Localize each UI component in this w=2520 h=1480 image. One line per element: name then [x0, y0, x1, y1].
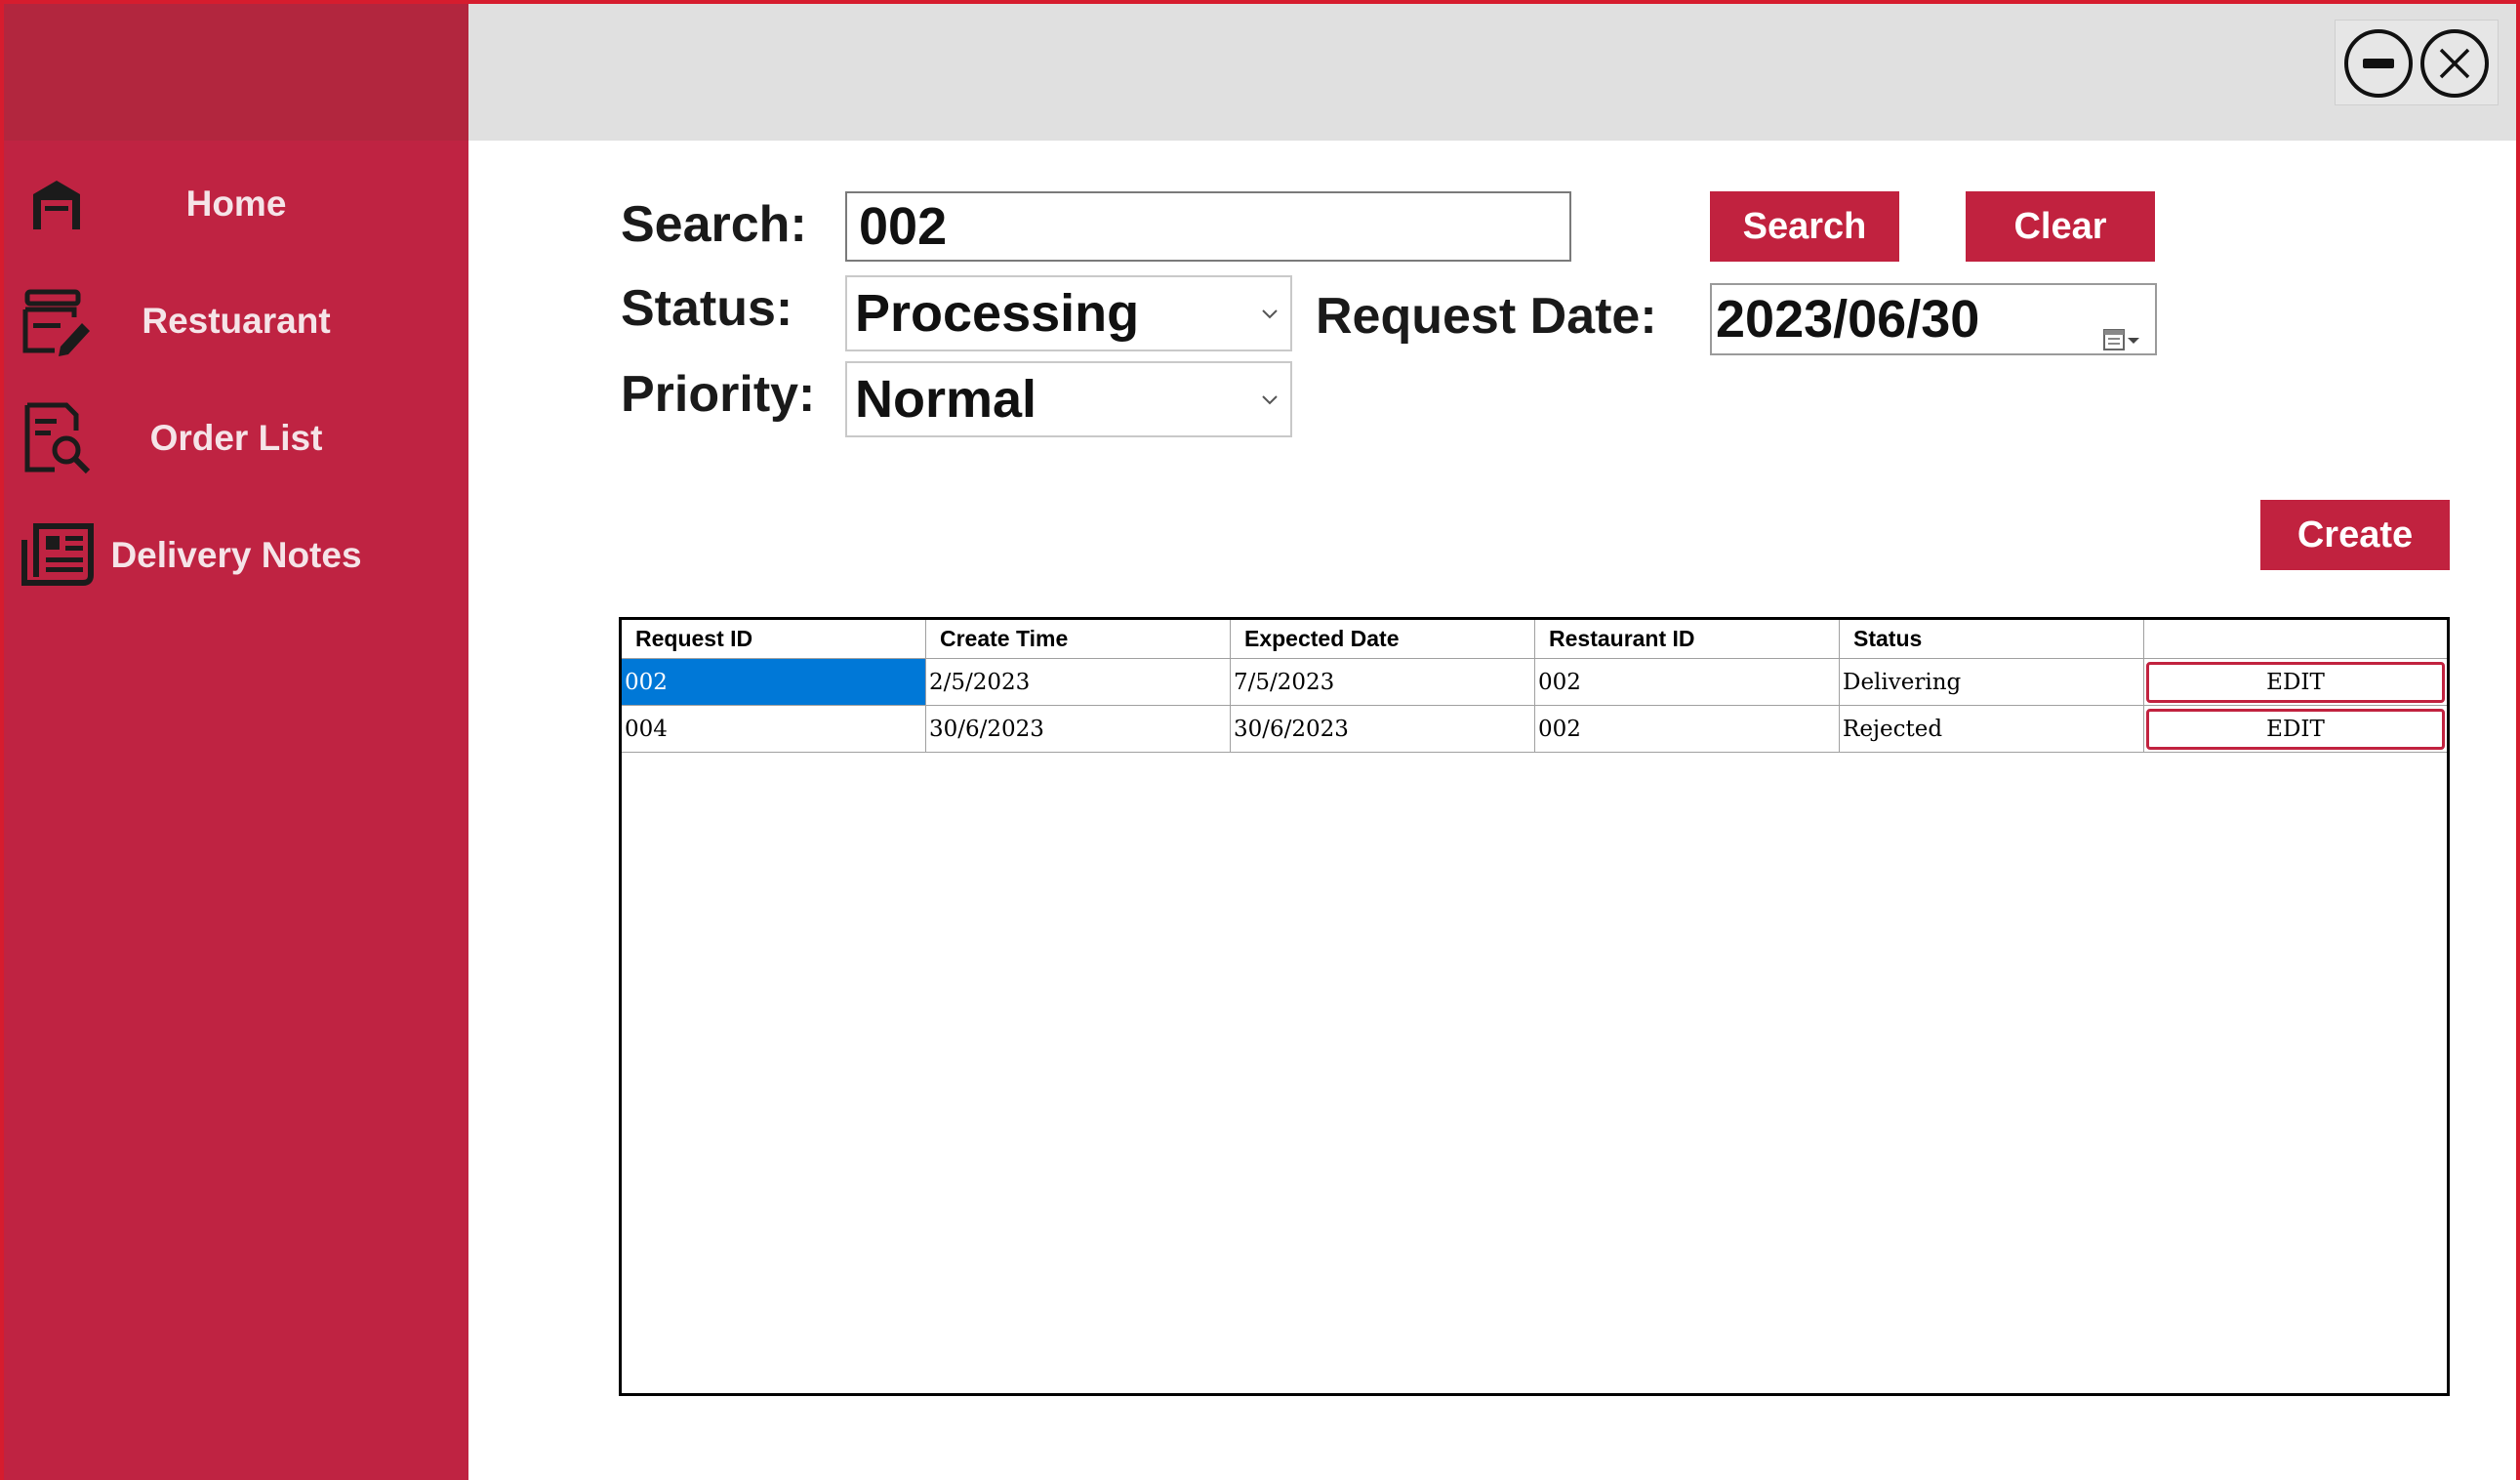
search-button[interactable]: Search [1710, 191, 1899, 262]
chevron-down-icon [1262, 309, 1278, 319]
minimize-button[interactable] [2343, 28, 2414, 99]
cell-restaurant-id[interactable]: 002 [1535, 706, 1840, 753]
column-header-expected-date[interactable]: Expected Date [1231, 620, 1535, 659]
cell-create-time[interactable]: 2/5/2023 [926, 659, 1231, 706]
requests-table: Request ID Create Time Expected Date Res… [619, 617, 2450, 1396]
app-window: Home Restuarant Order List Delivery Note… [0, 0, 2520, 1480]
column-header-request-id[interactable]: Request ID [622, 620, 926, 659]
cell-create-time[interactable]: 30/6/2023 [926, 706, 1231, 753]
cell-action: EDIT [2144, 706, 2447, 753]
edit-button[interactable]: EDIT [2146, 709, 2445, 750]
cell-restaurant-id[interactable]: 002 [1535, 659, 1840, 706]
window-controls [2335, 20, 2499, 105]
cell-status[interactable]: Delivering [1840, 659, 2144, 706]
status-select[interactable]: Processing [845, 275, 1292, 351]
calendar-dropdown-icon[interactable] [2102, 306, 2141, 350]
cell-status[interactable]: Rejected [1840, 706, 2144, 753]
close-icon [2420, 29, 2489, 98]
chevron-down-icon [1262, 395, 1278, 405]
cell-expected-date[interactable]: 30/6/2023 [1231, 706, 1535, 753]
sidebar-item-home[interactable]: Home [4, 155, 468, 253]
sidebar: Home Restuarant Order List Delivery Note… [4, 4, 468, 1480]
priority-select-value: Normal [855, 370, 1037, 429]
column-header-create-time[interactable]: Create Time [926, 620, 1231, 659]
edit-button[interactable]: EDIT [2146, 662, 2445, 703]
priority-label: Priority: [621, 366, 816, 423]
close-button[interactable] [2419, 28, 2490, 99]
sidebar-item-label: Delivery Notes [110, 535, 362, 575]
request-date-picker[interactable]: 2023/06/30 [1710, 283, 2157, 355]
request-date-label: Request Date: [1316, 288, 1657, 345]
sidebar-item-label: Restuarant [142, 301, 331, 341]
status-label: Status: [621, 280, 793, 337]
search-input[interactable]: 002 [845, 191, 1571, 262]
sidebar-item-label: Home [185, 184, 287, 224]
create-button[interactable]: Create [2260, 500, 2450, 570]
sidebar-item-order-list[interactable]: Order List [4, 390, 468, 487]
request-date-value: 2023/06/30 [1716, 290, 1980, 349]
clear-button[interactable]: Clear [1966, 191, 2155, 262]
sidebar-item-restuarant[interactable]: Restuarant [4, 272, 468, 370]
minimize-icon [2344, 29, 2413, 98]
sidebar-item-label: Order List [149, 418, 323, 458]
titlebar [468, 4, 2516, 141]
sidebar-header [4, 4, 468, 141]
cell-request-id[interactable]: 002 [622, 659, 926, 706]
cell-action: EDIT [2144, 659, 2447, 706]
cell-expected-date[interactable]: 7/5/2023 [1231, 659, 1535, 706]
column-header-action [2144, 620, 2447, 659]
search-label: Search: [621, 196, 807, 253]
status-select-value: Processing [855, 284, 1140, 343]
sidebar-item-delivery-notes[interactable]: Delivery Notes [4, 507, 468, 604]
cell-request-id[interactable]: 004 [622, 706, 926, 753]
column-header-status[interactable]: Status [1840, 620, 2144, 659]
column-header-restaurant-id[interactable]: Restaurant ID [1535, 620, 1840, 659]
priority-select[interactable]: Normal [845, 361, 1292, 437]
